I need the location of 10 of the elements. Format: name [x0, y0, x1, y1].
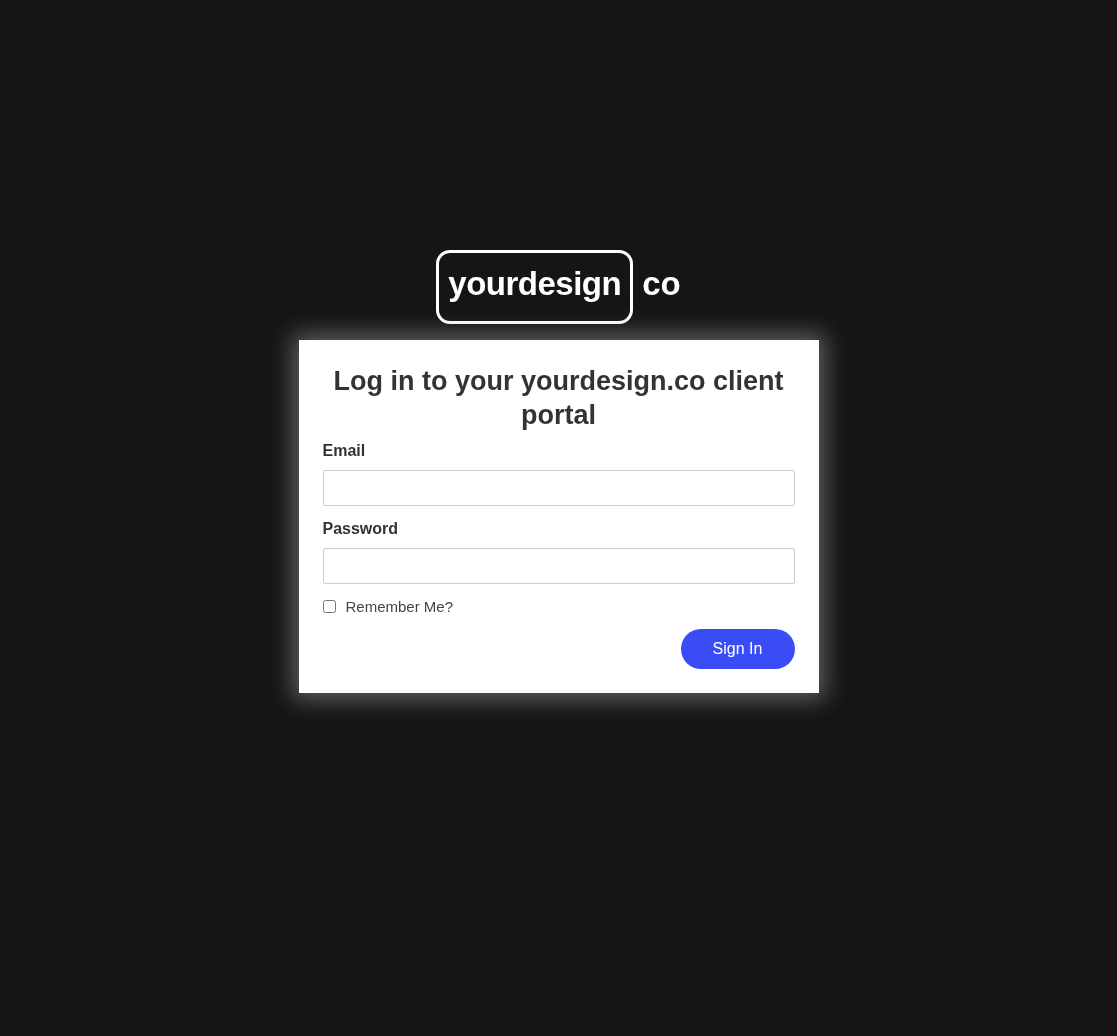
- sign-in-button[interactable]: Sign In: [680, 629, 795, 669]
- input-field[interactable]: [322, 548, 795, 584]
- remember-label: Remember Me?: [345, 598, 454, 615]
- input-field[interactable]: [322, 470, 795, 506]
- logo-suffix: co: [642, 265, 681, 304]
- login-title: Log in to your yourdesign.co client portal: [332, 365, 785, 432]
- field-label: Email: [322, 442, 367, 460]
- logo-wordmark: yourdesign: [436, 250, 634, 324]
- field-label: Password: [322, 520, 400, 538]
- remember-checkbox[interactable]: [322, 600, 336, 613]
